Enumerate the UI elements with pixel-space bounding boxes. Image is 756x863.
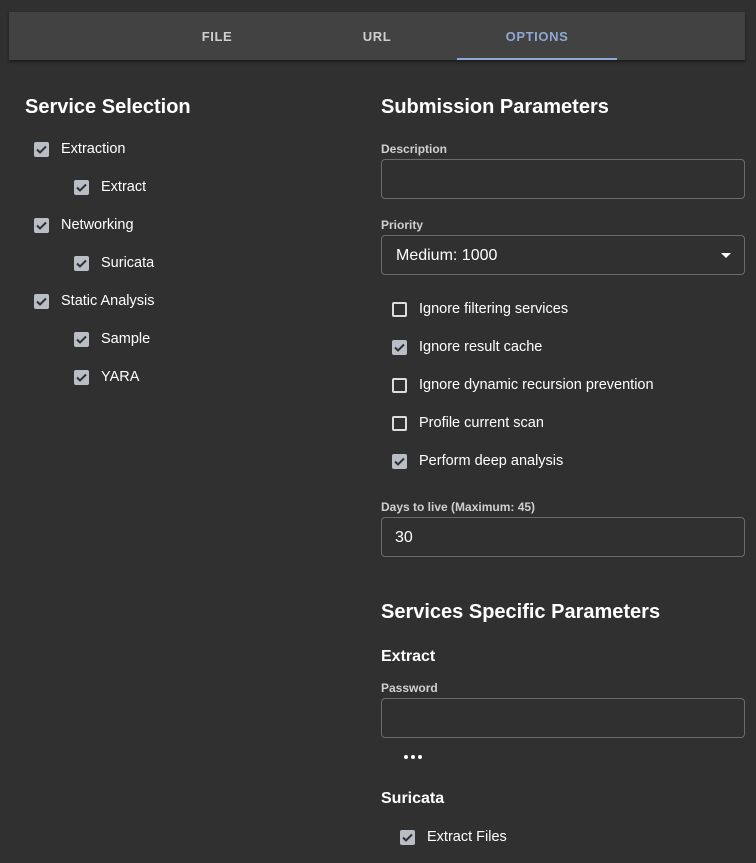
checkbox-checked-icon[interactable] [34, 217, 49, 233]
service-item-suricata[interactable]: Suricata [74, 251, 154, 275]
service-selection-heading: Service Selection [25, 96, 191, 118]
option-deep-analysis[interactable]: Perform deep analysis [392, 449, 563, 473]
checkbox-checked-icon[interactable] [74, 369, 89, 385]
suricata-extract-files[interactable]: Extract Files [400, 825, 507, 849]
password-label: Password [381, 681, 438, 695]
service-group-label: Static Analysis [61, 293, 155, 309]
extract-files-label: Extract Files [427, 829, 507, 845]
service-item-label: Sample [101, 331, 151, 347]
checkbox-unchecked-icon[interactable] [392, 377, 407, 393]
option-ignore-cache[interactable]: Ignore result cache [392, 335, 542, 359]
checkbox-checked-icon[interactable] [74, 331, 89, 347]
priority-value: Medium: 1000 [396, 247, 498, 264]
service-group-static-analysis[interactable]: Static Analysis [34, 289, 155, 313]
option-label: Ignore result cache [419, 339, 543, 355]
option-label: Ignore dynamic recursion prevention [419, 377, 654, 393]
submission-parameters-heading: Submission Parameters [381, 96, 609, 118]
service-group-networking[interactable]: Networking [34, 213, 134, 237]
tab-options[interactable]: OPTIONS [457, 12, 617, 60]
suricata-params-heading: Suricata [381, 790, 445, 807]
service-group-extraction[interactable]: Extraction [34, 137, 125, 161]
tab-bar: FILE URL OPTIONS [9, 12, 745, 60]
ttl-label: Days to live (Maximum: 45) [381, 500, 536, 514]
checkbox-checked-icon[interactable] [400, 829, 415, 845]
ttl-value: 30 [395, 529, 413, 546]
option-label: Perform deep analysis [419, 453, 564, 469]
extract-params-heading: Extract [381, 648, 436, 665]
service-item-label: YARA [101, 369, 140, 385]
option-ignore-recursion[interactable]: Ignore dynamic recursion prevention [392, 373, 654, 397]
checkbox-checked-icon[interactable] [392, 453, 407, 469]
description-label: Description [381, 142, 448, 156]
service-group-label: Extraction [61, 141, 126, 157]
option-label: Profile current scan [419, 415, 544, 431]
service-item-label: Extract [101, 179, 147, 195]
tab-url[interactable]: URL [297, 12, 457, 60]
checkbox-checked-icon[interactable] [34, 293, 49, 309]
option-profile-scan[interactable]: Profile current scan [392, 411, 544, 435]
priority-select[interactable]: Medium: 1000 [381, 235, 745, 275]
service-item-label: Suricata [101, 255, 155, 271]
service-params-heading: Services Specific Parameters [381, 601, 661, 623]
service-group-label: Networking [61, 217, 134, 233]
checkbox-unchecked-icon[interactable] [392, 415, 407, 431]
priority-label: Priority [381, 218, 424, 232]
checkbox-checked-icon[interactable] [34, 141, 49, 157]
checkbox-checked-icon[interactable] [74, 255, 89, 271]
tab-file[interactable]: FILE [137, 12, 297, 60]
service-item-extract[interactable]: Extract [74, 175, 146, 199]
checkbox-unchecked-icon[interactable] [392, 301, 407, 317]
checkbox-checked-icon[interactable] [74, 179, 89, 195]
ttl-input[interactable]: 30 [381, 517, 745, 557]
active-tab-indicator [457, 58, 617, 60]
description-input[interactable] [381, 159, 745, 199]
option-ignore-filtering[interactable]: Ignore filtering services [392, 297, 568, 321]
service-item-yara[interactable]: YARA [74, 365, 139, 389]
password-input[interactable] [381, 698, 745, 738]
service-item-sample[interactable]: Sample [74, 327, 150, 351]
checkbox-checked-icon[interactable] [392, 339, 407, 355]
dropdown-arrow-icon [721, 253, 731, 258]
option-label: Ignore filtering services [419, 301, 569, 317]
more-horizontal-icon[interactable] [404, 755, 422, 759]
